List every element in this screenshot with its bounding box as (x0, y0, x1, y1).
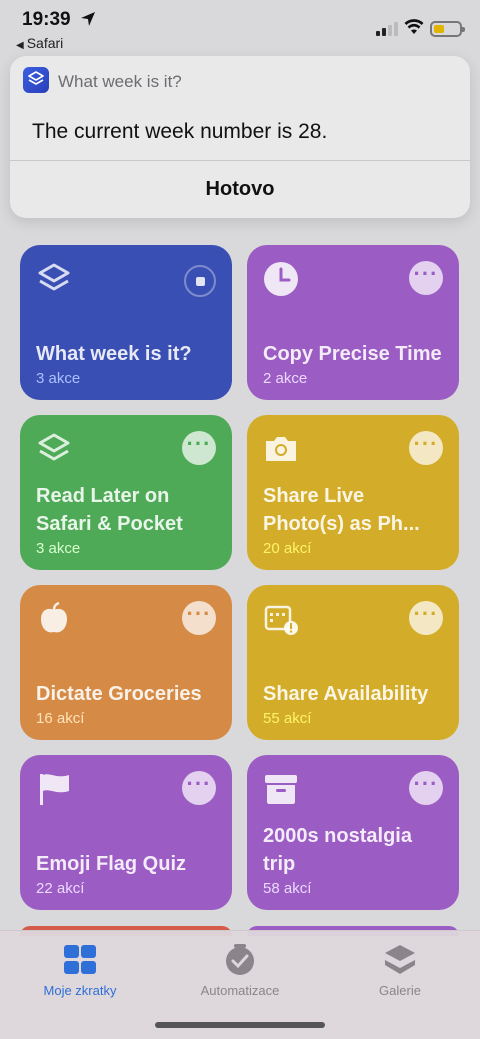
more-options-button[interactable]: ··· (182, 431, 216, 465)
action-count: 55 akcí (263, 710, 312, 727)
shortcut-tile[interactable]: ··· Dictate Groceries 16 akcí (20, 585, 232, 740)
location-arrow-icon (81, 12, 95, 26)
shortcut-tile[interactable]: ··· Share Availability 55 akcí (247, 585, 459, 740)
tab-label: Moje zkratky (43, 983, 117, 998)
tab-label: Automatizace (200, 983, 280, 998)
back-to-app-link[interactable]: ◀ Safari (16, 35, 63, 51)
flag-icon (40, 774, 69, 805)
status-bar: 19:39 ◀ Safari (0, 0, 480, 56)
notification-message: The current week number is 28. (32, 120, 328, 143)
shortcut-tile[interactable]: ··· Copy Precise Time 2 akce (247, 245, 459, 400)
action-count: 58 akcí (263, 880, 312, 897)
done-button[interactable]: Hotovo (10, 161, 470, 218)
notification-title: What week is it? (58, 72, 182, 91)
more-options-button[interactable]: ··· (182, 771, 216, 805)
notification-card: What week is it? The current week number… (10, 56, 470, 218)
camera-icon (266, 437, 296, 461)
back-app-label: Safari (26, 35, 64, 51)
shortcut-tile[interactable]: ··· Share Live Photo(s) as Ph... 20 akcí (247, 415, 459, 570)
shortcuts-layers-icon (38, 263, 70, 291)
grid-icon (62, 943, 98, 977)
shortcut-name: Emoji Flag Quiz (36, 853, 187, 875)
battery-icon (430, 21, 465, 37)
tab-moje-zkratky[interactable]: Moje zkratky (10, 943, 150, 998)
calendar-alert-icon (264, 605, 298, 635)
shortcut-name: Read Later on Safari & Pocket (36, 485, 183, 535)
status-time: 19:39 (22, 9, 71, 30)
clock-check-icon (222, 943, 258, 977)
more-options-button[interactable]: ··· (409, 771, 443, 805)
clock-icon (264, 262, 298, 296)
action-count: 16 akcí (36, 710, 85, 727)
shortcut-tile[interactable]: ··· Read Later on Safari & Pocket 3 akce (20, 415, 232, 570)
back-triangle-icon: ◀ (16, 40, 24, 51)
more-options-button[interactable]: ··· (409, 601, 443, 635)
action-count: 2 akce (263, 370, 308, 387)
cellular-signal-icon (376, 22, 398, 36)
more-options-button[interactable]: ··· (182, 601, 216, 635)
layers-icon (382, 943, 418, 977)
apple-icon (41, 601, 67, 633)
more-options-button[interactable]: ··· (409, 431, 443, 465)
tab-galerie[interactable]: Galerie (330, 943, 470, 998)
shortcut-tile[interactable]: ··· Emoji Flag Quiz 22 akcí (20, 755, 232, 910)
shortcut-name: 2000s nostalgia trip (263, 825, 412, 875)
home-indicator[interactable] (155, 1022, 325, 1028)
shortcuts-icon (23, 67, 49, 93)
archive-box-icon (265, 775, 297, 804)
shortcut-tile[interactable]: ··· 2000s nostalgia trip 58 akcí (247, 755, 459, 910)
tab-automatizace[interactable]: Automatizace (170, 943, 310, 998)
wifi-icon (404, 19, 424, 34)
action-count: 3 akce (36, 540, 81, 557)
shortcut-name: Share Availability (263, 683, 429, 705)
more-options-button[interactable]: ··· (409, 261, 443, 295)
shortcut-name: Copy Precise Time (263, 343, 442, 365)
stop-button[interactable] (184, 265, 216, 297)
action-count: 22 akcí (36, 880, 85, 897)
shortcut-name: Share Live Photo(s) as Ph... (263, 485, 420, 535)
shortcut-tile[interactable]: What week is it? 3 akce (20, 245, 232, 400)
shortcut-name: What week is it? (36, 343, 192, 365)
tab-label: Galerie (379, 983, 421, 998)
shortcut-name: Dictate Groceries (36, 683, 202, 705)
shortcuts-layers-icon (38, 433, 70, 461)
action-count: 3 akce (36, 370, 81, 387)
action-count: 20 akcí (263, 540, 312, 557)
